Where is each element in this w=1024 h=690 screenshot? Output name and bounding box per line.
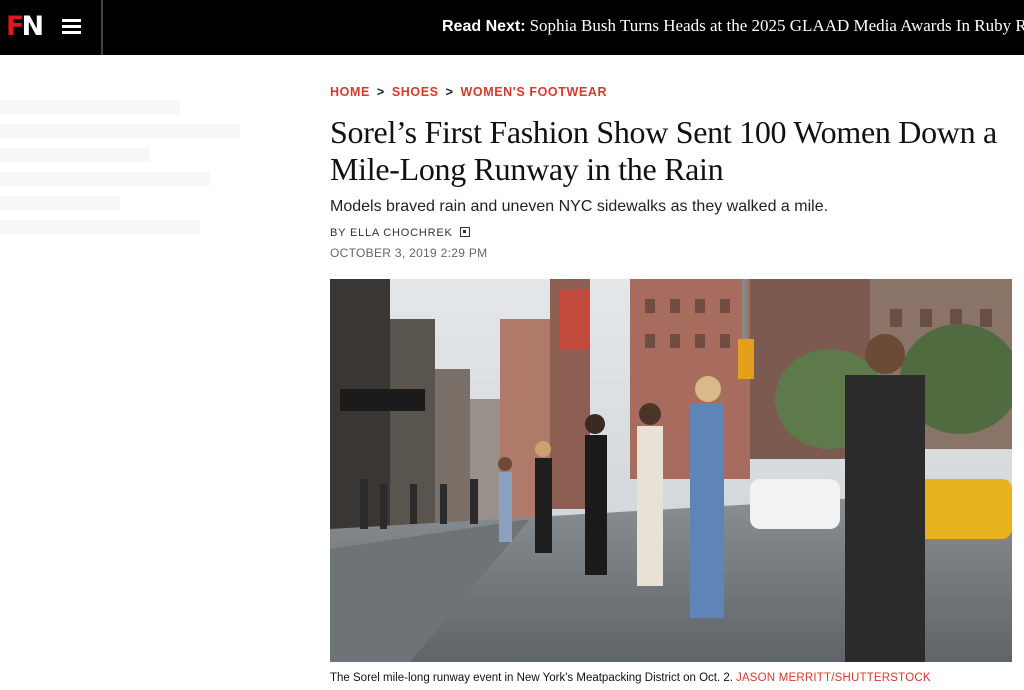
breadcrumb: HOME > SHOES > WOMEN'S FOOTWEAR xyxy=(330,84,607,100)
read-next-title[interactable]: Sophia Bush Turns Heads at the 2025 GLAA… xyxy=(530,16,1024,35)
article-headline: Sorel’s First Fashion Show Sent 100 Wome… xyxy=(330,114,997,187)
read-next-label: Read Next: xyxy=(442,18,526,35)
fn-logo[interactable]: FN xyxy=(6,11,44,42)
twitter-icon[interactable] xyxy=(459,227,470,237)
caption-text: The Sorel mile-long runway event in New … xyxy=(330,672,733,684)
breadcrumb-separator: > xyxy=(376,85,385,99)
photo-credit: JASON MERRITT/SHUTTERSTOCK xyxy=(735,672,931,684)
logo-letter-n: N xyxy=(21,11,44,42)
hero-image xyxy=(330,279,1012,662)
byline: BY ELLA CHOCHREK xyxy=(330,226,470,240)
article-dek: Models braved rain and uneven NYC sidewa… xyxy=(330,198,829,215)
author-link[interactable]: ELLA CHOCHREK xyxy=(350,227,453,239)
read-next-link[interactable]: Read Next: Sophia Bush Turns Heads at the… xyxy=(442,15,1024,38)
breadcrumb-home[interactable]: HOME xyxy=(330,85,370,99)
nav-divider xyxy=(101,0,103,55)
image-caption: The Sorel mile-long runway event in New … xyxy=(330,671,931,685)
left-rail-placeholder xyxy=(0,100,300,320)
top-nav-bar: FN Read Next: Sophia Bush Turns Heads at … xyxy=(0,0,1024,55)
publish-date: OCTOBER 3, 2019 2:29 PM xyxy=(330,246,488,260)
hamburger-menu-icon[interactable] xyxy=(62,17,84,37)
breadcrumb-separator: > xyxy=(445,85,454,99)
byline-prefix: BY xyxy=(330,227,347,239)
breadcrumb-womens-footwear[interactable]: WOMEN'S FOOTWEAR xyxy=(460,85,607,99)
breadcrumb-shoes[interactable]: SHOES xyxy=(392,85,439,99)
logo-letter-f: F xyxy=(6,11,25,42)
